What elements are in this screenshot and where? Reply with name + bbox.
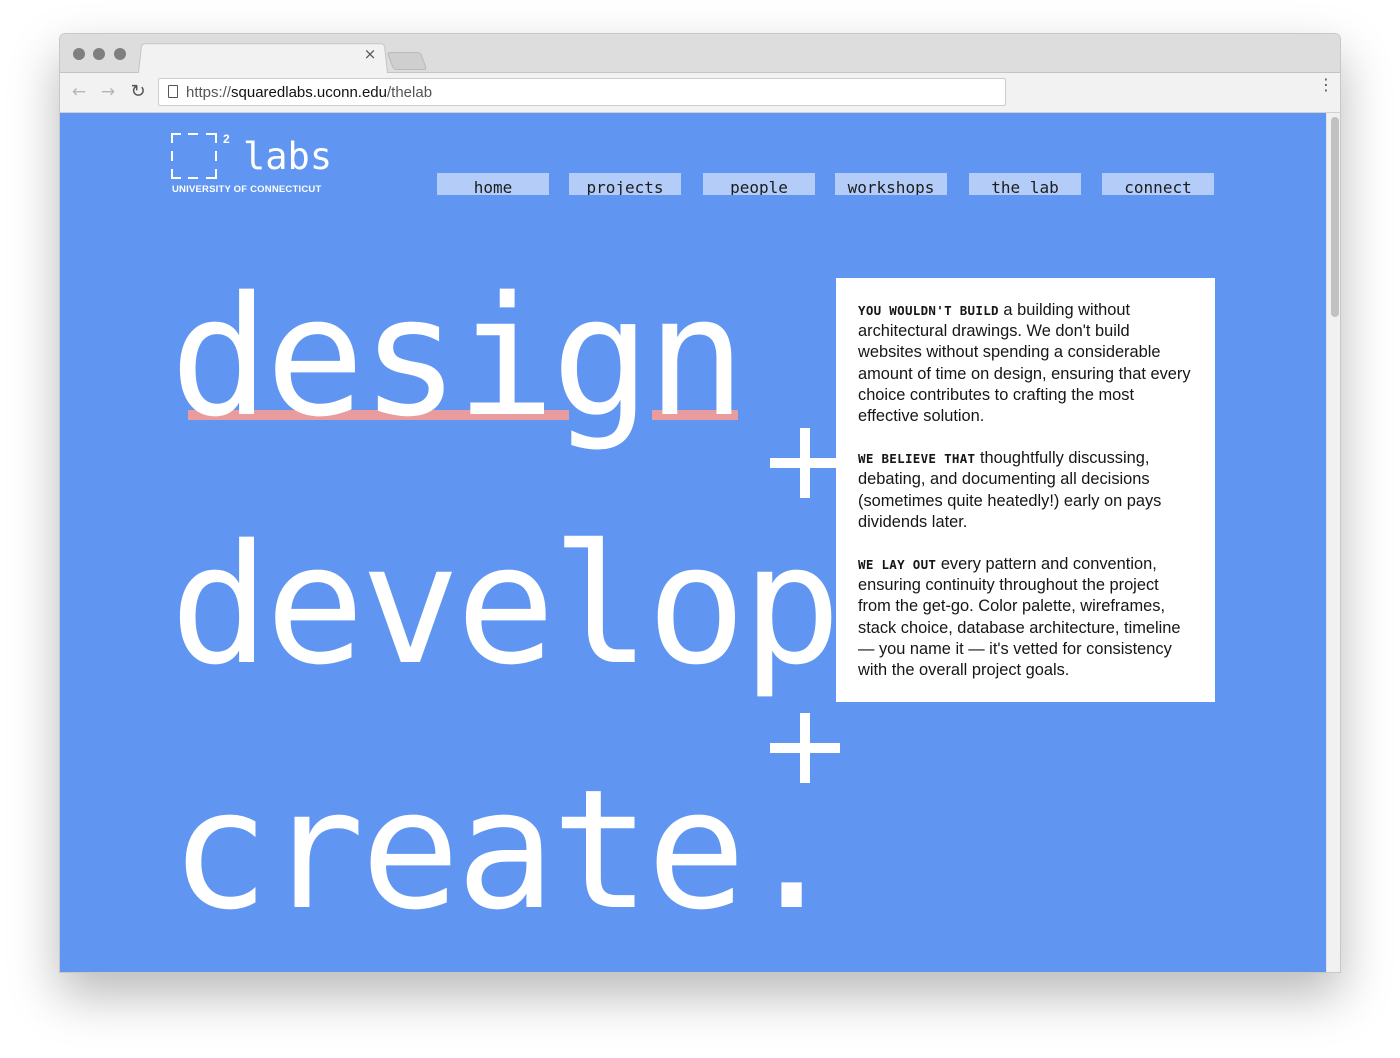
hero-word-develop: develop: [170, 509, 841, 701]
logo-university: UNIVERSITY OF CONNECTICUT: [172, 184, 322, 195]
plus-icon-1: [770, 428, 840, 498]
tab-bar: ×: [60, 34, 1340, 73]
tab-close-icon[interactable]: ×: [362, 46, 378, 62]
nav-item-workshops[interactable]: workshops: [835, 173, 947, 195]
nav-item-home[interactable]: home: [437, 173, 549, 195]
page-icon: [168, 85, 178, 98]
page-scrollbar[interactable]: [1326, 113, 1340, 972]
nav-item-people[interactable]: people: [703, 173, 815, 195]
browser-menu-icon[interactable]: ⋮: [1318, 77, 1334, 103]
card-text-3: every pattern and convention, ensuring c…: [858, 555, 1181, 680]
card-text-1: a building without architectural drawing…: [858, 301, 1191, 426]
url-path: /thelab: [387, 84, 433, 101]
hero-word-create: create.: [170, 754, 841, 946]
nav-item-the-lab[interactable]: the lab: [969, 173, 1081, 195]
url-host: squaredlabs.uconn.edu: [231, 84, 387, 101]
new-tab-button[interactable]: [386, 52, 428, 70]
card-paragraph-2: WE BELIEVE THAT thoughtfully discussing,…: [858, 448, 1193, 533]
address-bar[interactable]: https://squaredlabs.uconn.edu/thelab: [158, 78, 1006, 106]
card-paragraph-1: YOU WOULDN'T BUILD a building without ar…: [858, 300, 1193, 427]
nav-item-connect[interactable]: connect: [1102, 173, 1214, 195]
url-text[interactable]: https://squaredlabs.uconn.edu/thelab: [186, 84, 432, 101]
browser-window: × ← → ↻ https://squaredlabs.uconn.edu/th…: [59, 33, 1341, 973]
close-window-dot[interactable]: [73, 48, 85, 60]
main-nav: home projects people workshops the lab c…: [437, 173, 1217, 195]
scroll-thumb[interactable]: [1331, 117, 1339, 317]
logo-superscript: 2: [223, 132, 230, 146]
reload-icon[interactable]: ↻: [127, 81, 149, 103]
back-icon[interactable]: ←: [68, 81, 90, 103]
logo-wordmark: labs: [243, 135, 333, 178]
card-lead-2: WE BELIEVE THAT: [858, 451, 976, 467]
card-lead-3: WE LAY OUT: [858, 557, 937, 573]
browser-tab[interactable]: [138, 43, 388, 73]
url-scheme: https://: [186, 84, 232, 101]
hero-word-design: design: [170, 261, 746, 453]
minimize-window-dot[interactable]: [93, 48, 105, 60]
nav-item-projects[interactable]: projects: [569, 173, 681, 195]
site-logo[interactable]: 2 labs UNIVERSITY OF CONNECTICUT: [171, 132, 341, 195]
maximize-window-dot[interactable]: [114, 48, 126, 60]
card-paragraph-3: WE LAY OUT every pattern and convention,…: [858, 554, 1193, 681]
bracket-square-icon: [171, 133, 217, 179]
card-lead-1: YOU WOULDN'T BUILD: [858, 303, 999, 318]
browser-toolbar: ← → ↻ https://squaredlabs.uconn.edu/thel…: [60, 73, 1340, 113]
forward-icon[interactable]: →: [97, 81, 119, 103]
page-viewport: 2 labs UNIVERSITY OF CONNECTICUT home pr…: [60, 113, 1326, 972]
info-card: YOU WOULDN'T BUILD a building without ar…: [836, 278, 1215, 702]
